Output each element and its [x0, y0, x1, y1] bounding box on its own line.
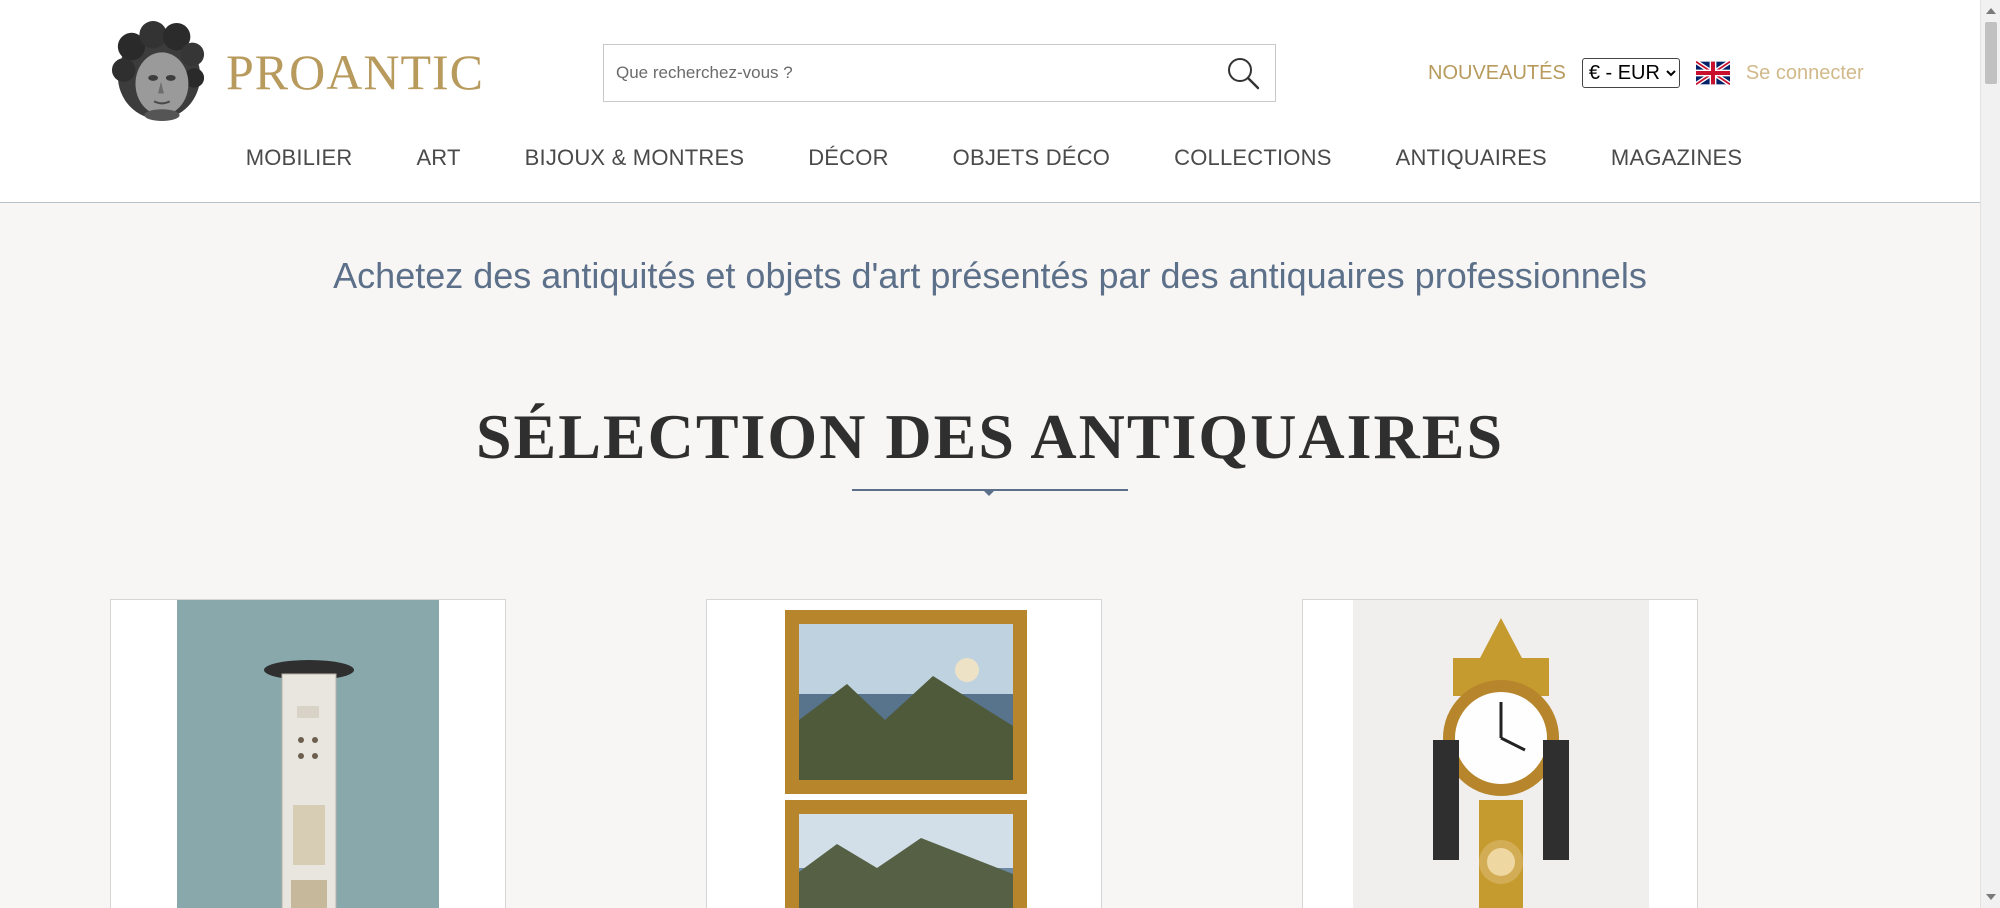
nav-item-magazines[interactable]: MAGAZINES: [1611, 145, 1742, 171]
uk-flag-icon[interactable]: [1695, 61, 1730, 85]
section-title: SÉLECTION DES ANTIQUAIRES: [475, 401, 1505, 472]
product-image: [1303, 600, 1697, 908]
nav-item-decor[interactable]: DÉCOR: [808, 145, 888, 171]
search-icon[interactable]: [1225, 55, 1261, 91]
scroll-down-arrow-icon[interactable]: [1986, 894, 1996, 900]
site-header: PROANTIC NOUVEAUTÉS € - EUR Se connecter: [0, 0, 1980, 203]
nav-item-objets-deco[interactable]: OBJETS DÉCO: [953, 145, 1110, 171]
product-card[interactable]: [110, 599, 506, 908]
product-image: [707, 600, 1101, 908]
scrollbar[interactable]: [1980, 0, 2000, 908]
nav-item-collections[interactable]: COLLECTIONS: [1174, 145, 1331, 171]
scroll-thumb[interactable]: [1985, 22, 1997, 84]
nav-item-art[interactable]: ART: [416, 145, 460, 171]
nav-item-antiquaires[interactable]: ANTIQUAIRES: [1396, 145, 1547, 171]
page: PROANTIC NOUVEAUTÉS € - EUR Se connecter: [0, 0, 2000, 908]
scroll-up-arrow-icon[interactable]: [1986, 8, 1996, 14]
search-bar: [603, 44, 1276, 102]
main-nav: MOBILIER ART BIJOUX & MONTRES DÉCOR OBJE…: [0, 145, 1980, 171]
nouveautes-link[interactable]: NOUVEAUTÉS: [1428, 62, 1566, 85]
currency-select[interactable]: € - EUR: [1581, 58, 1680, 88]
site-logo[interactable]: PROANTIC: [110, 20, 484, 124]
logo-head-icon: [111, 21, 205, 121]
product-card[interactable]: [706, 599, 1102, 908]
divider-mark: [982, 489, 996, 496]
logo-text: PROANTIC: [226, 44, 485, 100]
tagline: Achetez des antiquités et objets d'art p…: [333, 255, 1647, 296]
nav-item-bijoux-montres[interactable]: BIJOUX & MONTRES: [525, 145, 745, 171]
search-input[interactable]: [604, 45, 1194, 101]
nav-item-mobilier[interactable]: MOBILIER: [246, 145, 353, 171]
product-image: [111, 600, 505, 908]
header-actions: NOUVEAUTÉS € - EUR Se connecter: [1428, 56, 1864, 90]
login-link[interactable]: Se connecter: [1746, 62, 1864, 85]
product-card[interactable]: [1302, 599, 1698, 908]
